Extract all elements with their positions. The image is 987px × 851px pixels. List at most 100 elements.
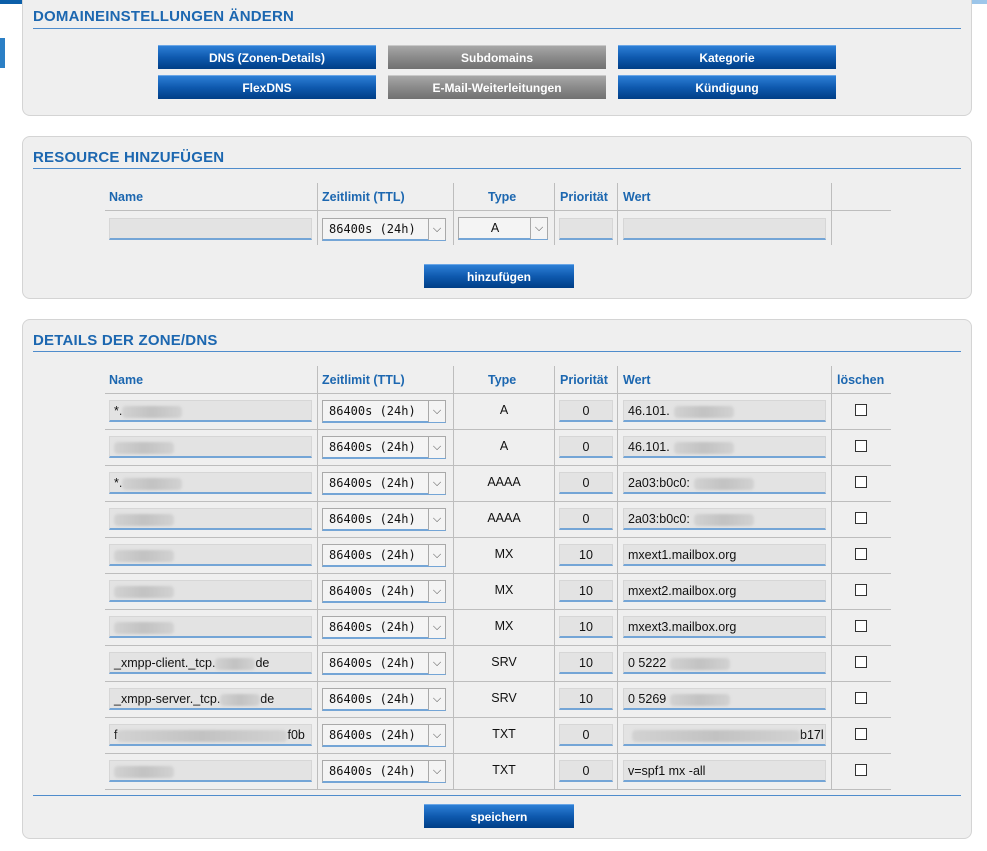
record-name-input[interactable] (109, 436, 312, 458)
chevron-down-icon: ⌵ (428, 761, 445, 782)
record-value-input[interactable]: b17l (623, 724, 826, 746)
add-resource-button[interactable]: hinzufügen (424, 264, 574, 288)
record-name-input[interactable] (109, 508, 312, 530)
col-divider (317, 183, 318, 245)
delete-checkbox[interactable] (855, 548, 867, 560)
delete-checkbox[interactable] (855, 440, 867, 452)
record-value-input[interactable]: mxext3.mailbox.org (623, 616, 826, 638)
record-ttl-value: 86400s (24h) (329, 620, 416, 634)
col-divider (831, 183, 832, 245)
new-value-input[interactable] (623, 218, 826, 240)
record-priority-input[interactable]: 10 (559, 544, 613, 566)
dns-zone-details-button[interactable]: DNS (Zonen-Details) (158, 45, 376, 69)
record-ttl-select[interactable]: 86400s (24h) ⌵ (322, 616, 446, 639)
record-ttl-select[interactable]: 86400s (24h) ⌵ (322, 400, 446, 423)
chevron-down-icon: ⌵ (428, 653, 445, 674)
record-priority-input[interactable]: 10 (559, 652, 613, 674)
record-ttl-select[interactable]: 86400s (24h) ⌵ (322, 472, 446, 495)
record-ttl-select[interactable]: 86400s (24h) ⌵ (322, 544, 446, 567)
record-priority-input[interactable]: 10 (559, 580, 613, 602)
delete-checkbox[interactable] (855, 620, 867, 632)
kategorie-button[interactable]: Kategorie (618, 45, 836, 69)
delete-checkbox[interactable] (855, 404, 867, 416)
delete-checkbox[interactable] (855, 584, 867, 596)
kuendigung-button[interactable]: Kündigung (618, 75, 836, 99)
flexdns-button[interactable]: FlexDNS (158, 75, 376, 99)
row-divider (105, 681, 891, 682)
record-value-input[interactable]: 46.101. (623, 400, 826, 422)
record-ttl-select[interactable]: 86400s (24h) ⌵ (322, 652, 446, 675)
chevron-down-icon: ⌵ (428, 473, 445, 494)
record-ttl-value: 86400s (24h) (329, 404, 416, 418)
record-value-input[interactable]: 0 5269 (623, 688, 826, 710)
record-ttl-select[interactable]: 86400s (24h) ⌵ (322, 724, 446, 747)
new-ttl-select[interactable]: 86400s (24h) ⌵ (322, 218, 446, 241)
add-resource-panel: RESOURCE HINZUFÜGEN Name Zeitlimit (TTL)… (22, 136, 972, 299)
record-name-input[interactable]: _xmpp-client._tcp. de (109, 652, 312, 674)
record-value-prefix: 0 5222 (628, 656, 667, 670)
delete-checkbox[interactable] (855, 656, 867, 668)
delete-checkbox[interactable] (855, 476, 867, 488)
chevron-down-icon: ⌵ (428, 401, 445, 422)
record-priority-input[interactable]: 0 (559, 508, 613, 530)
record-value-input[interactable]: mxext2.mailbox.org (623, 580, 826, 602)
record-name-input[interactable]: _xmpp-server._tcp. de (109, 688, 312, 710)
row-divider (105, 645, 891, 646)
record-name-suffix: de (260, 692, 275, 706)
record-name-input[interactable] (109, 544, 312, 566)
email-forwarding-button[interactable]: E-Mail-Weiterleitungen (388, 75, 606, 99)
record-ttl-select[interactable]: 86400s (24h) ⌵ (322, 580, 446, 603)
record-priority-input[interactable]: 0 (559, 472, 613, 494)
chevron-down-icon: ⌵ (530, 218, 547, 239)
record-value-input[interactable]: 2a03:b0c0: (623, 472, 826, 494)
record-value-input[interactable]: 46.101. (623, 436, 826, 458)
record-value-prefix: mxext1.mailbox.org (628, 548, 737, 562)
record-ttl-select[interactable]: 86400s (24h) ⌵ (322, 688, 446, 711)
record-ttl-select[interactable]: 86400s (24h) ⌵ (322, 508, 446, 531)
redacted-text (693, 513, 754, 526)
row-divider (105, 609, 891, 610)
record-name-input[interactable]: f f0b (109, 724, 312, 746)
record-priority-input[interactable]: 0 (559, 400, 613, 422)
col-ttl-header: Zeitlimit (TTL) (322, 373, 405, 387)
delete-checkbox[interactable] (855, 692, 867, 704)
record-name-suffix: f0b (287, 728, 305, 742)
record-priority-input[interactable]: 0 (559, 724, 613, 746)
new-name-input[interactable] (109, 218, 312, 240)
record-name-prefix: _xmpp-server._tcp. (114, 692, 221, 706)
record-type: AAAA (487, 475, 521, 489)
redacted-text (670, 657, 731, 670)
redacted-text (117, 729, 288, 742)
record-value-input[interactable]: 0 5222 (623, 652, 826, 674)
record-name-input[interactable] (109, 580, 312, 602)
record-name-input[interactable] (109, 760, 312, 782)
record-priority-input[interactable]: 10 (559, 616, 613, 638)
record-ttl-value: 86400s (24h) (329, 548, 416, 562)
record-ttl-select[interactable]: 86400s (24h) ⌵ (322, 760, 446, 783)
save-button[interactable]: speichern (424, 804, 574, 828)
redacted-text (114, 621, 174, 634)
record-name-input[interactable]: *. (109, 472, 312, 494)
delete-checkbox[interactable] (855, 728, 867, 740)
record-type: TXT (492, 763, 516, 777)
new-type-select[interactable]: A ⌵ (458, 217, 548, 240)
record-ttl-select[interactable]: 86400s (24h) ⌵ (322, 436, 446, 459)
record-value-input[interactable]: mxext1.mailbox.org (623, 544, 826, 566)
col-name-header: Name (109, 190, 144, 204)
delete-checkbox[interactable] (855, 512, 867, 524)
delete-checkbox[interactable] (855, 764, 867, 776)
record-priority-input[interactable]: 0 (559, 436, 613, 458)
record-priority-input[interactable]: 10 (559, 688, 613, 710)
new-priority-input[interactable] (559, 218, 613, 240)
record-value-prefix: 2a03:b0c0: (628, 476, 690, 490)
record-type: MX (494, 547, 514, 561)
record-name-input[interactable]: *. (109, 400, 312, 422)
record-value-input[interactable]: 2a03:b0c0: (623, 508, 826, 530)
chevron-down-icon: ⌵ (428, 437, 445, 458)
record-name-input[interactable] (109, 616, 312, 638)
redacted-text (220, 693, 261, 706)
record-priority-input[interactable]: 0 (559, 760, 613, 782)
redacted-text (114, 513, 174, 526)
subdomains-button[interactable]: Subdomains (388, 45, 606, 69)
record-value-input[interactable]: v=spf1 mx -all (623, 760, 826, 782)
